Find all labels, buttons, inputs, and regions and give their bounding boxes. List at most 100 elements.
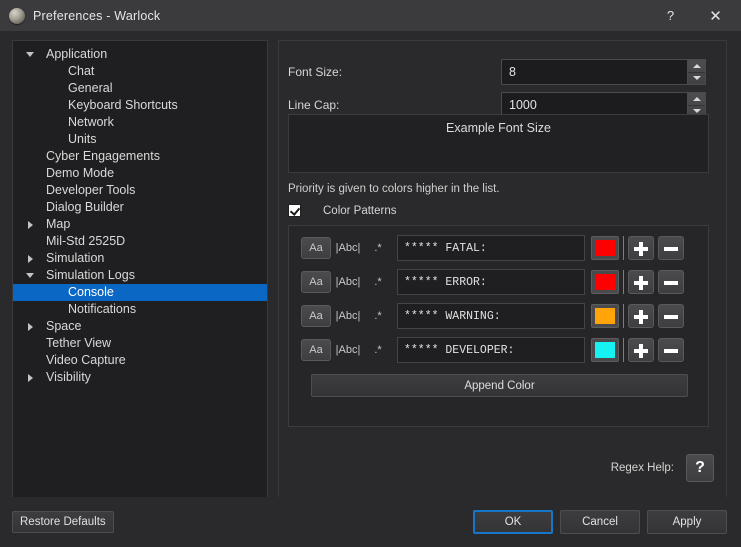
sidebar-item-label: Map (46, 217, 71, 231)
console-settings-pane: Font Size: 8 Line Cap: 1000 Example Font… (278, 40, 727, 501)
sidebar-item-developer-tools[interactable]: Developer Tools (13, 182, 267, 199)
sidebar-item-console[interactable]: Console (13, 284, 267, 301)
sidebar-item-cyber-engagements[interactable]: Cyber Engagements (13, 148, 267, 165)
remove-pattern-button[interactable] (658, 304, 684, 328)
sidebar-item-dialog-builder[interactable]: Dialog Builder (13, 199, 267, 216)
color-swatch-button[interactable] (591, 236, 619, 260)
sidebar-item-video-capture[interactable]: Video Capture (13, 352, 267, 369)
chevron-right-icon[interactable] (24, 250, 36, 267)
color-pattern-row: Aa |Abc| .* ***** ERROR: (301, 268, 699, 296)
add-pattern-button[interactable] (628, 270, 654, 294)
sidebar-item-label: Network (68, 115, 114, 129)
color-patterns-checkbox-row[interactable]: Color Patterns (288, 204, 397, 217)
ok-button[interactable]: OK (473, 510, 553, 534)
window-title: Preferences - Warlock (33, 8, 161, 23)
add-pattern-button[interactable] (628, 304, 654, 328)
sidebar-item-notifications[interactable]: Notifications (13, 301, 267, 318)
sidebar-item-map[interactable]: Map (13, 216, 267, 233)
regex-help-row: Regex Help: ? (611, 454, 714, 482)
sidebar-item-label: Visibility (46, 370, 91, 384)
pattern-input[interactable]: ***** ERROR: (397, 269, 585, 295)
sidebar-item-label: Developer Tools (46, 183, 136, 197)
chevron-down-icon (692, 76, 701, 81)
chevron-right-icon[interactable] (24, 318, 36, 335)
chevron-down-icon[interactable] (24, 46, 36, 63)
font-size-decrement[interactable] (688, 73, 705, 85)
sidebar-item-simulation-logs[interactable]: Simulation Logs (13, 267, 267, 284)
settings-tree[interactable]: Application Chat General Keyboard Shortcuts… (12, 40, 268, 507)
sidebar-item-label: General (68, 81, 113, 95)
add-pattern-button[interactable] (628, 236, 654, 260)
sidebar-item-keyboard-shortcuts[interactable]: Keyboard Shortcuts (13, 97, 267, 114)
font-size-value[interactable]: 8 (502, 60, 687, 84)
whole-word-toggle[interactable]: |Abc| (331, 305, 365, 327)
color-swatch (595, 342, 615, 358)
font-size-stepper[interactable] (687, 60, 705, 84)
help-icon[interactable]: ? (648, 0, 693, 31)
regex-toggle[interactable]: .* (365, 237, 391, 259)
sidebar-item-simulation[interactable]: Simulation (13, 250, 267, 267)
chevron-down-icon[interactable] (24, 267, 36, 284)
case-sensitive-toggle[interactable]: Aa (301, 305, 331, 327)
add-pattern-button[interactable] (628, 338, 654, 362)
whole-word-toggle[interactable]: |Abc| (331, 237, 365, 259)
pattern-input[interactable]: ***** WARNING: (397, 303, 585, 329)
regex-toggle[interactable]: .* (365, 305, 391, 327)
font-size-increment[interactable] (688, 60, 705, 73)
color-swatch (595, 240, 615, 256)
chevron-up-icon (692, 63, 701, 68)
chevron-right-icon[interactable] (24, 216, 36, 233)
color-swatch-button[interactable] (591, 304, 619, 328)
minus-icon (664, 281, 678, 285)
regex-toggle[interactable]: .* (365, 339, 391, 361)
restore-defaults-button[interactable]: Restore Defaults (12, 511, 114, 533)
pattern-input[interactable]: ***** FATAL: (397, 235, 585, 261)
case-sensitive-toggle[interactable]: Aa (301, 237, 331, 259)
chevron-right-icon[interactable] (24, 369, 36, 386)
window-title-bar: Preferences - Warlock ? ✕ (0, 0, 741, 31)
sidebar-item-label: Mil-Std 2525D (46, 234, 126, 248)
remove-pattern-button[interactable] (658, 236, 684, 260)
minus-icon (664, 315, 678, 319)
sidebar-item-label: Keyboard Shortcuts (68, 98, 178, 112)
whole-word-toggle[interactable]: |Abc| (331, 271, 365, 293)
regex-help-button[interactable]: ? (686, 454, 714, 482)
line-cap-increment[interactable] (688, 93, 705, 106)
sidebar-item-units[interactable]: Units (13, 131, 267, 148)
close-icon[interactable]: ✕ (693, 0, 738, 31)
font-size-row: Font Size: 8 (288, 59, 706, 85)
chevron-down-icon (692, 109, 701, 114)
color-pattern-row: Aa |Abc| .* ***** WARNING: (301, 302, 699, 330)
pattern-input[interactable]: ***** DEVELOPER: (397, 337, 585, 363)
whole-word-toggle[interactable]: |Abc| (331, 339, 365, 361)
sidebar-item-visibility[interactable]: Visibility (13, 369, 267, 386)
append-color-button[interactable]: Append Color (311, 374, 688, 397)
regex-toggle[interactable]: .* (365, 271, 391, 293)
remove-pattern-button[interactable] (658, 338, 684, 362)
sidebar-item-demo-mode[interactable]: Demo Mode (13, 165, 267, 182)
sidebar-item-application[interactable]: Application (13, 46, 267, 63)
color-patterns-checkbox[interactable] (288, 204, 301, 217)
sidebar-item-mil-std-2525d[interactable]: Mil-Std 2525D (13, 233, 267, 250)
plus-icon-vertical (639, 344, 643, 358)
sidebar-item-general[interactable]: General (13, 80, 267, 97)
sidebar-item-space[interactable]: Space (13, 318, 267, 335)
sidebar-item-label: Notifications (68, 302, 137, 316)
font-size-spinner[interactable]: 8 (501, 59, 706, 85)
color-swatch (595, 274, 615, 290)
color-swatch-button[interactable] (591, 338, 619, 362)
sidebar-item-label: Chat (68, 64, 95, 78)
sidebar-item-tether-view[interactable]: Tether View (13, 335, 267, 352)
sidebar-item-chat[interactable]: Chat (13, 63, 267, 80)
apply-button[interactable]: Apply (647, 510, 727, 534)
sidebar-item-label: Simulation Logs (46, 268, 135, 282)
color-swatch-button[interactable] (591, 270, 619, 294)
sidebar-item-label: Tether View (46, 336, 112, 350)
case-sensitive-toggle[interactable]: Aa (301, 271, 331, 293)
sidebar-item-network[interactable]: Network (13, 114, 267, 131)
case-sensitive-toggle[interactable]: Aa (301, 339, 331, 361)
remove-pattern-button[interactable] (658, 270, 684, 294)
regex-help-label: Regex Help: (610, 462, 674, 474)
color-swatch (595, 308, 615, 324)
cancel-button[interactable]: Cancel (560, 510, 640, 534)
